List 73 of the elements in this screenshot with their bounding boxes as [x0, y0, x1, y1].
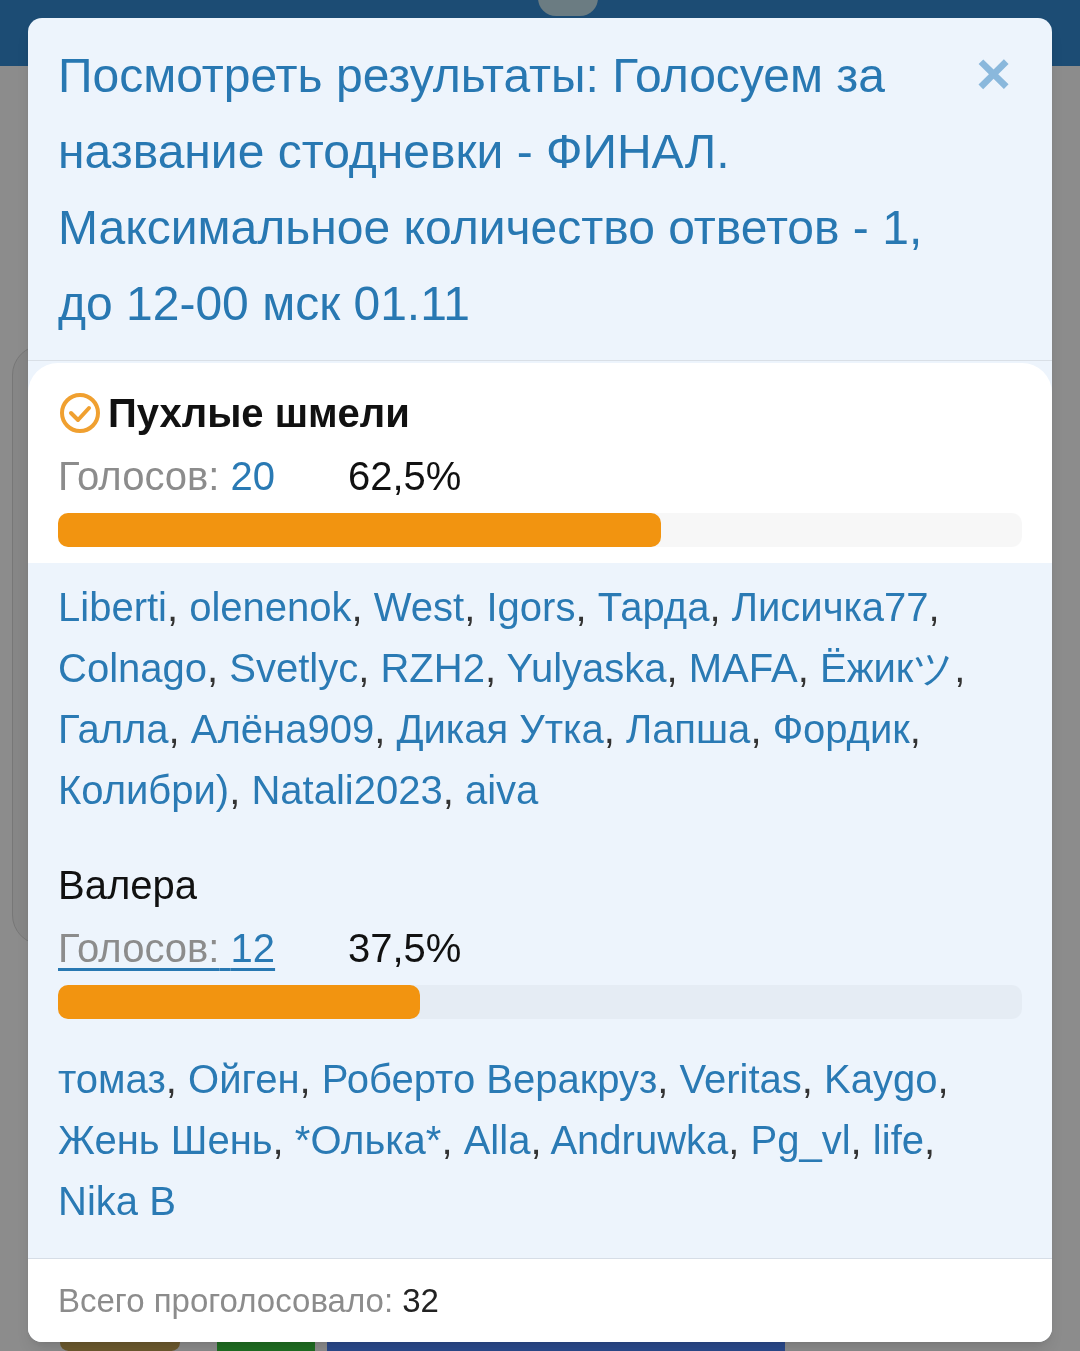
voter-link[interactable]: life — [872, 1118, 924, 1162]
voter-link[interactable]: Ойген — [188, 1057, 300, 1101]
separator: , — [358, 646, 370, 690]
separator: , — [351, 585, 363, 629]
separator: , — [464, 585, 476, 629]
percent: 62,5% — [348, 453, 462, 500]
separator: , — [801, 1057, 813, 1101]
separator: , — [374, 707, 386, 751]
voter-link[interactable]: *Олька* — [294, 1118, 442, 1162]
voter-link[interactable]: Роберто Веракруз — [321, 1057, 658, 1101]
voter-link[interactable]: Колибри) — [58, 768, 230, 812]
dialog-title: Посмотреть результаты: Голосуем за название стодневки - ФИНАЛ. Максимальное количество ответов - 1, до 12-00 мск 01.11 — [57, 48, 924, 332]
separator: , — [575, 585, 587, 629]
separator: , — [850, 1118, 862, 1162]
separator: , — [924, 1118, 936, 1162]
separator: , — [909, 707, 921, 751]
option-name: Валера — [58, 862, 197, 909]
votes-link[interactable]: Голосов: 12 — [58, 918, 304, 978]
separator: , — [299, 1057, 311, 1101]
separator: , — [442, 768, 454, 812]
voter-link[interactable]: Лисичка77 — [731, 585, 929, 629]
voter-link[interactable]: Pg_vl — [750, 1118, 851, 1162]
separator: , — [666, 646, 678, 690]
separator: , — [603, 707, 615, 751]
separator: , — [750, 707, 762, 751]
separator: , — [441, 1118, 453, 1162]
separator: , — [937, 1057, 949, 1101]
voter-link[interactable]: Дикая Утка — [396, 707, 604, 751]
voter-link[interactable]: RZH2 — [380, 646, 485, 690]
separator: , — [797, 646, 809, 690]
voter-link[interactable]: West — [373, 585, 465, 629]
separator: , — [484, 646, 497, 690]
voter-link[interactable]: Liberti — [58, 585, 167, 629]
voter-link[interactable]: Nika B — [58, 1179, 176, 1223]
voter-link[interactable]: Жень Шень — [58, 1118, 273, 1162]
votes-link[interactable]: Голосов: 20 — [58, 446, 304, 506]
voter-link[interactable]: Svetlyc — [229, 646, 359, 690]
voter-link[interactable]: Andruwka — [550, 1118, 729, 1162]
separator: , — [728, 1118, 740, 1162]
option-header[interactable]: Валера Голосов: 12 37,5% — [28, 847, 1052, 1035]
option-name: Пухлые шмели — [108, 390, 410, 437]
separator: , — [166, 585, 179, 629]
voter-link[interactable]: Kaygo — [824, 1057, 938, 1101]
voter-link[interactable]: Фордик — [772, 707, 910, 751]
option-header[interactable]: Пухлые шмели Голосов: 20 62,5% — [28, 363, 1052, 563]
voter-link[interactable]: томаз — [58, 1057, 166, 1101]
separator: , — [657, 1057, 669, 1101]
separator: , — [709, 585, 721, 629]
separator: , — [168, 707, 180, 751]
voter-link[interactable]: Галла — [58, 707, 169, 751]
voter-link[interactable]: Тарда — [597, 585, 710, 629]
voter-link[interactable]: olenenok — [189, 585, 352, 629]
voter-link[interactable]: Natali2023 — [251, 768, 443, 812]
voter-link[interactable]: Ёжикツ — [819, 646, 955, 690]
voter-link[interactable]: Alla — [463, 1118, 531, 1162]
total-voters: Всего проголосовало: 32 — [58, 1280, 439, 1321]
separator: , — [207, 646, 219, 690]
check-circle-icon — [58, 391, 102, 435]
separator: , — [165, 1057, 177, 1101]
voter-link[interactable]: aiva — [464, 768, 539, 812]
separator: , — [272, 1118, 284, 1162]
separator: , — [530, 1118, 542, 1162]
voter-link[interactable]: Veritas — [679, 1057, 802, 1101]
separator: , — [928, 585, 940, 629]
voter-link[interactable]: Yulyaska — [506, 646, 667, 690]
voter-link[interactable]: Colnago — [58, 646, 207, 690]
voter-link[interactable]: Igors — [486, 585, 576, 629]
percent: 37,5% — [348, 925, 462, 972]
separator: , — [229, 768, 241, 812]
separator: , — [954, 646, 966, 690]
voter-link[interactable]: Алёна909 — [190, 707, 375, 751]
voter-link[interactable]: Лапша — [625, 707, 751, 751]
voter-link[interactable]: MAFA — [688, 646, 798, 690]
